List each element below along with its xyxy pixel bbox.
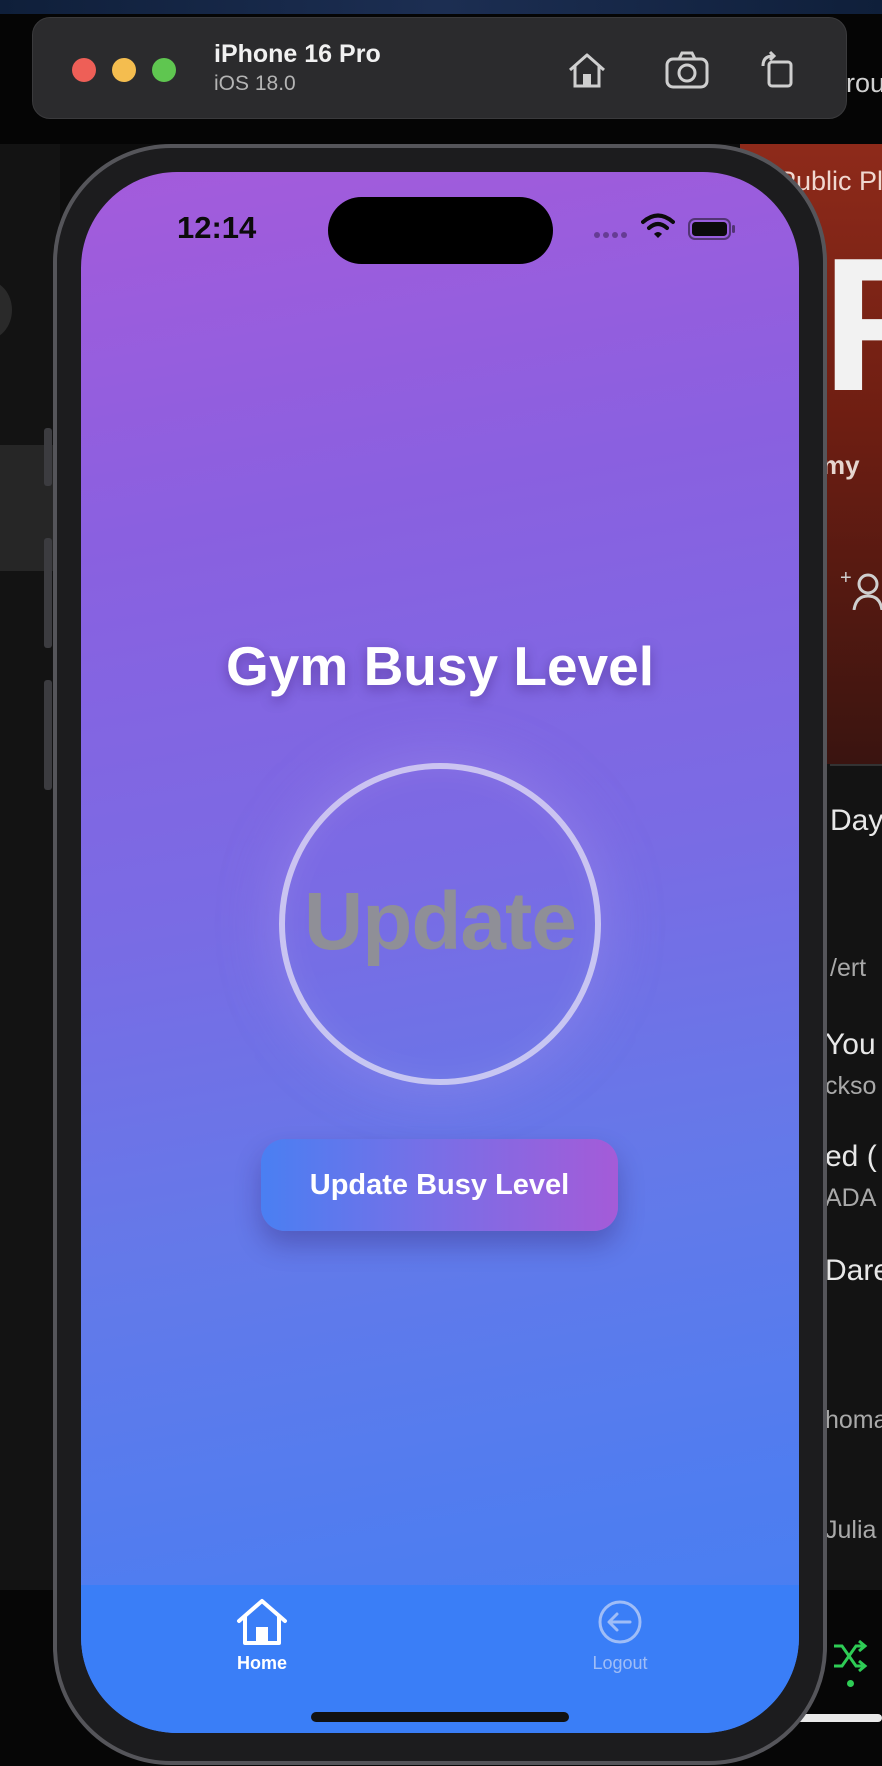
background-label-5: ADA xyxy=(825,1184,877,1212)
home-indicator[interactable] xyxy=(311,1712,569,1722)
phone-action-button xyxy=(44,428,52,486)
tab-logout-label: Logout xyxy=(592,1653,648,1673)
background-label-4: ed ( xyxy=(825,1140,877,1173)
house-icon xyxy=(569,53,605,88)
background-divider xyxy=(830,764,882,766)
wifi-icon xyxy=(641,213,675,238)
tab-home[interactable]: Home xyxy=(202,1597,322,1677)
busy-level-indicator: Update xyxy=(279,763,601,1085)
camera-icon xyxy=(665,51,709,89)
simulator-screenshot-button[interactable] xyxy=(663,46,711,94)
os-version: iOS 18.0 xyxy=(214,72,296,95)
logout-arrow-icon xyxy=(598,1600,642,1644)
dynamic-island xyxy=(328,197,553,264)
background-subtitle-fragment: my xyxy=(822,450,860,480)
simulator-home-button[interactable] xyxy=(563,46,611,94)
zoom-window-button[interactable] xyxy=(152,58,176,82)
simulator-rotate-button[interactable] xyxy=(753,46,801,94)
background-label-1: /ert xyxy=(830,954,867,982)
simulator-title-bar: iPhone 16 Pro iOS 18.0 xyxy=(32,17,847,119)
background-label-3: ckso xyxy=(825,1072,877,1100)
minimize-window-button[interactable] xyxy=(112,58,136,82)
cellular-signal-icon xyxy=(594,232,630,238)
close-window-button[interactable] xyxy=(72,58,96,82)
home-icon xyxy=(237,1599,287,1645)
phone-volume-down-button xyxy=(44,680,52,790)
background-big-letter: R xyxy=(822,230,882,420)
tab-logout[interactable]: Logout xyxy=(560,1597,680,1677)
tab-home-label: Home xyxy=(236,1653,287,1673)
background-label-0: Day xyxy=(830,804,882,837)
shuffle-active-dot xyxy=(847,1680,854,1687)
background-left-panel xyxy=(0,144,60,1590)
background-label-2: You xyxy=(825,1028,876,1061)
battery-icon xyxy=(688,218,735,240)
busy-level-value: Update xyxy=(304,876,577,967)
phone-volume-up-button xyxy=(44,538,52,648)
add-person-icon: + xyxy=(840,568,882,610)
shuffle-icon xyxy=(834,1639,868,1673)
device-name: iPhone 16 Pro xyxy=(214,40,381,68)
background-window-top-text: rou xyxy=(846,68,882,98)
background-label-8: Julia xyxy=(825,1516,877,1544)
phone-screen: 12:14 Gym Busy Level Update Update Busy … xyxy=(81,172,799,1733)
background-label-7: homa xyxy=(825,1406,882,1434)
status-time: 12:14 xyxy=(177,210,257,245)
update-busy-level-button[interactable]: Update Busy Level xyxy=(261,1139,618,1231)
background-label-6: Dare xyxy=(825,1254,882,1287)
tab-bar: Home Logout xyxy=(81,1585,799,1733)
svg-text:+: + xyxy=(840,568,852,589)
rotate-icon xyxy=(761,50,793,88)
page-title: Gym Busy Level xyxy=(226,635,654,697)
desktop-top-strip xyxy=(0,0,882,14)
